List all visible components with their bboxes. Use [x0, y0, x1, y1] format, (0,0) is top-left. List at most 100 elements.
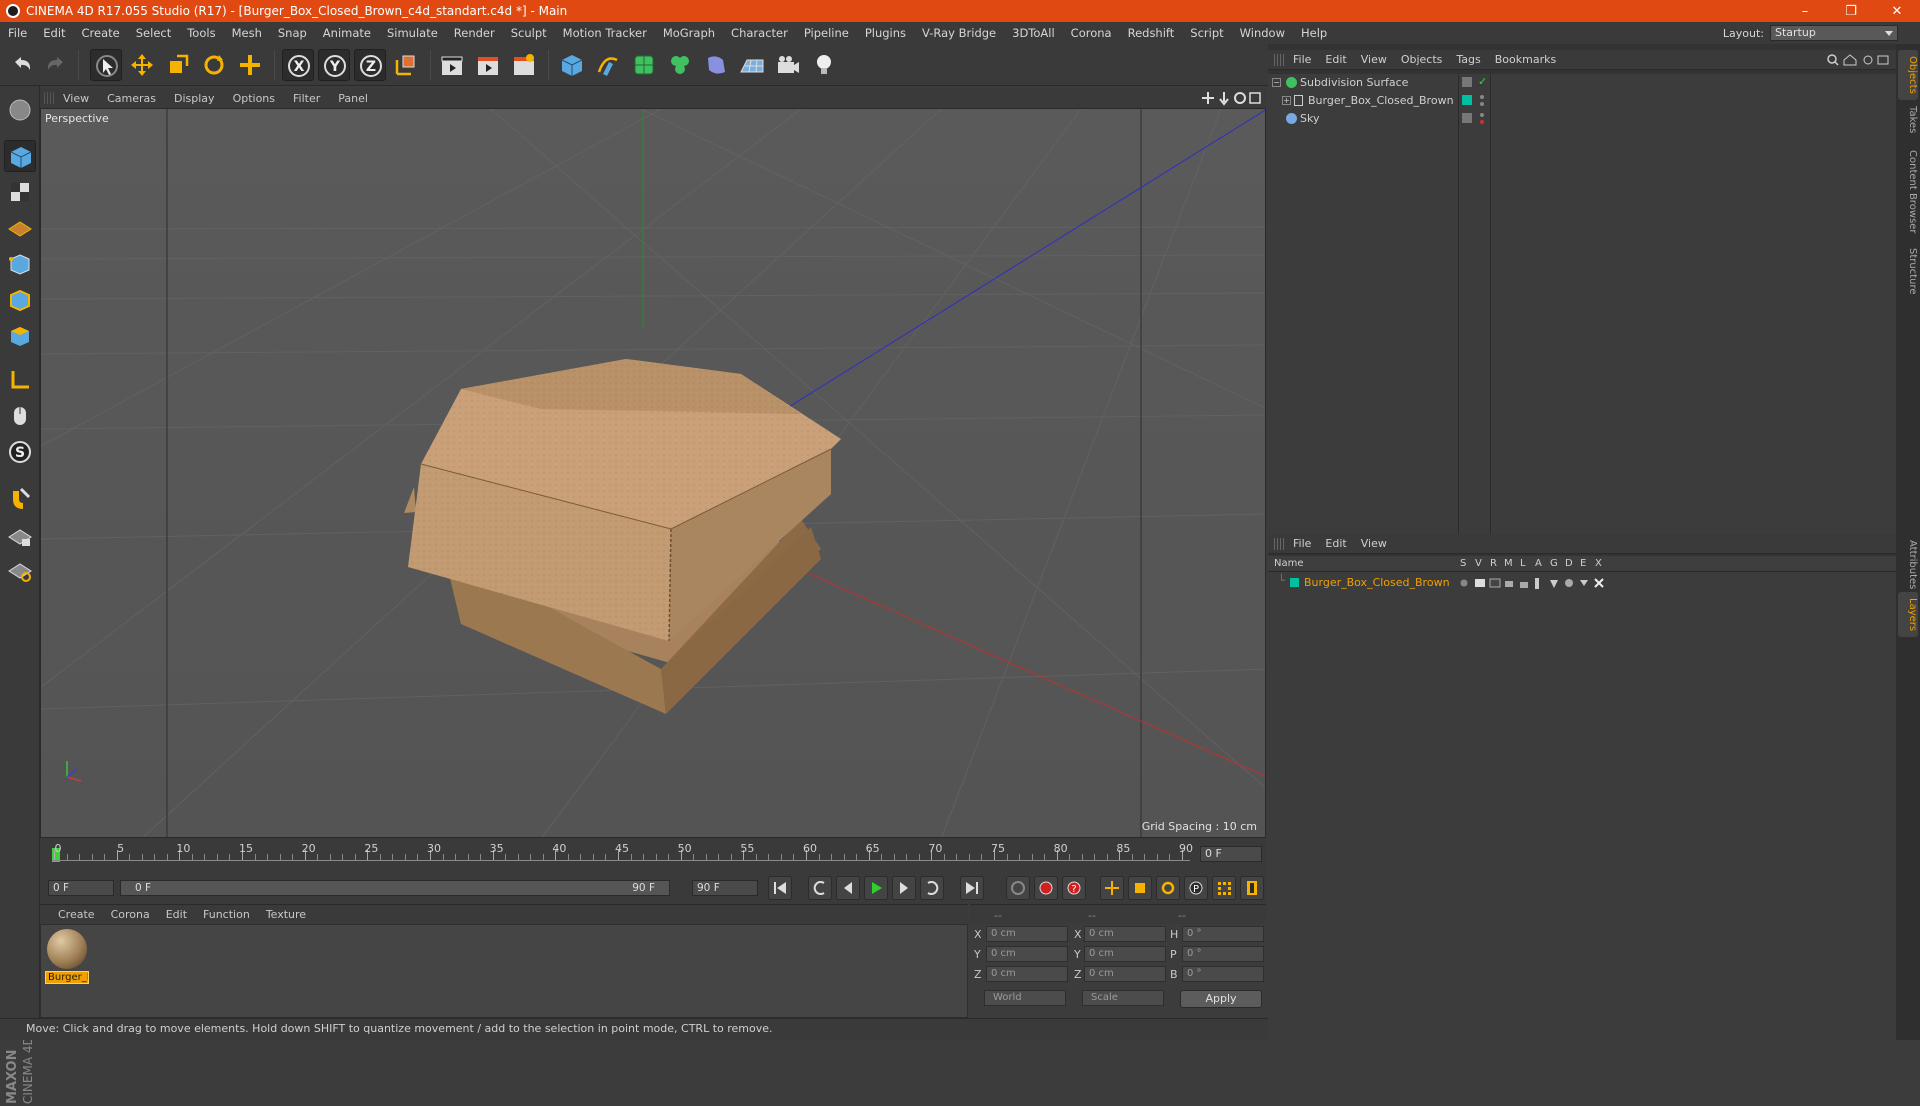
- lock-x-axis[interactable]: X: [282, 49, 314, 81]
- menu-snap[interactable]: Snap: [270, 26, 315, 40]
- collapse-icon[interactable]: −: [1272, 78, 1281, 87]
- tab-takes[interactable]: Takes: [1898, 100, 1918, 139]
- menu-edit[interactable]: Edit: [35, 26, 73, 40]
- menu-window[interactable]: Window: [1232, 26, 1293, 40]
- menu-tools[interactable]: Tools: [179, 26, 223, 40]
- enabled-check-icon[interactable]: ✓: [1478, 75, 1487, 88]
- frame-range-slider[interactable]: 0 F 90 F: [120, 880, 670, 896]
- object-menu-tags[interactable]: Tags: [1449, 53, 1487, 66]
- autokey-button[interactable]: ?: [1062, 876, 1086, 900]
- texture-mode-button[interactable]: [4, 176, 36, 208]
- key-scale-button[interactable]: [1128, 876, 1152, 900]
- add-cloner-button[interactable]: [664, 49, 696, 81]
- menu-help[interactable]: Help: [1293, 26, 1335, 40]
- scale-tool[interactable]: [162, 49, 194, 81]
- perspective-viewport[interactable]: Perspective Grid Spacing : 10 cm: [40, 108, 1266, 838]
- rotate-tool[interactable]: [198, 49, 230, 81]
- menu-redshift[interactable]: Redshift: [1120, 26, 1183, 40]
- material-menu-edit[interactable]: Edit: [158, 908, 195, 921]
- menu-plugins[interactable]: Plugins: [857, 26, 914, 40]
- snap-button[interactable]: [4, 482, 36, 514]
- current-frame-field[interactable]: 0 F: [1200, 846, 1262, 862]
- viewport-menu-options[interactable]: Options: [224, 92, 284, 105]
- coordinate-system-button[interactable]: [390, 49, 422, 81]
- pos-x-field[interactable]: 0 cm: [986, 926, 1068, 942]
- tab-structure[interactable]: Structure: [1898, 242, 1918, 301]
- object-list[interactable]: − Subdivision Surface ✓ + Burger_Box_Clo…: [1268, 74, 1896, 544]
- menu-script[interactable]: Script: [1182, 26, 1231, 40]
- object-menu-file[interactable]: File: [1286, 53, 1318, 66]
- apply-button[interactable]: Apply: [1180, 990, 1262, 1008]
- key-position-button[interactable]: [1100, 876, 1124, 900]
- timeline-ruler[interactable]: 0 5 10 15 20 25 30 35 40 45 50 55 60 65 70 75 80 85 90: [52, 842, 1193, 868]
- pos-z-field[interactable]: 0 cm: [986, 966, 1068, 982]
- menu-mesh[interactable]: Mesh: [224, 26, 270, 40]
- menu-3dtoall[interactable]: 3DToAll: [1004, 26, 1063, 40]
- workplane-mode-button[interactable]: [4, 210, 36, 242]
- layer-color-icon[interactable]: [1462, 95, 1472, 105]
- size-x-field[interactable]: 0 cm: [1084, 926, 1166, 942]
- expand-icon[interactable]: +: [1282, 96, 1291, 105]
- play-button[interactable]: [864, 876, 888, 900]
- visibility-toggle-icon[interactable]: [1462, 77, 1472, 87]
- material-menu-function[interactable]: Function: [195, 908, 258, 921]
- axis-mode-button[interactable]: [4, 364, 36, 396]
- menu-select[interactable]: Select: [128, 26, 179, 40]
- tab-objects[interactable]: Objects: [1898, 50, 1918, 100]
- menu-mograph[interactable]: MoGraph: [655, 26, 723, 40]
- add-cube-button[interactable]: [556, 49, 588, 81]
- goto-next-key-button[interactable]: [920, 876, 944, 900]
- viewport-menu-display[interactable]: Display: [165, 92, 224, 105]
- add-deformer-button[interactable]: [700, 49, 732, 81]
- object-row-subdivision-surface[interactable]: − Subdivision Surface ✓: [1268, 74, 1896, 92]
- pos-y-field[interactable]: 0 cm: [986, 946, 1068, 962]
- rot-h-field[interactable]: 0 °: [1182, 926, 1264, 942]
- close-button[interactable]: ✕: [1874, 0, 1920, 22]
- material-menu-corona[interactable]: Corona: [103, 908, 158, 921]
- viewport-menu-filter[interactable]: Filter: [284, 92, 329, 105]
- polygons-mode-button[interactable]: [4, 320, 36, 352]
- add-camera-button[interactable]: [772, 49, 804, 81]
- layer-menu-file[interactable]: File: [1286, 537, 1318, 550]
- render-visibility-dot[interactable]: [1480, 120, 1484, 124]
- object-menu-edit[interactable]: Edit: [1318, 53, 1353, 66]
- planar-workplane-button[interactable]: [4, 554, 36, 586]
- points-mode-button[interactable]: [4, 248, 36, 280]
- goto-end-button[interactable]: [960, 876, 984, 900]
- key-rotation-button[interactable]: [1156, 876, 1180, 900]
- tab-layers[interactable]: Layers: [1898, 592, 1918, 638]
- menu-animate[interactable]: Animate: [315, 26, 379, 40]
- layer-color-swatch[interactable]: [1290, 578, 1299, 587]
- render-view-button[interactable]: [436, 49, 468, 81]
- motion-path-button[interactable]: [1006, 876, 1030, 900]
- material-swatch[interactable]: Burger_I: [45, 929, 89, 987]
- menu-sculpt[interactable]: Sculpt: [503, 26, 555, 40]
- timeline[interactable]: 0 5 10 15 20 25 30 35 40 45 50 55 60 65 70 75 80 85 90 0 F: [40, 838, 1266, 872]
- make-editable-button[interactable]: [4, 94, 36, 126]
- menu-render[interactable]: Render: [446, 26, 503, 40]
- menu-create[interactable]: Create: [74, 26, 128, 40]
- menu-motion-tracker[interactable]: Motion Tracker: [555, 26, 655, 40]
- live-selection-tool[interactable]: [90, 49, 122, 81]
- timeline-button[interactable]: [1240, 876, 1264, 900]
- material-menu-texture[interactable]: Texture: [258, 908, 314, 921]
- add-subdivision-surface-button[interactable]: [628, 49, 660, 81]
- layer-flags-icons[interactable]: [1458, 576, 1608, 590]
- model-mode-button[interactable]: [4, 140, 36, 172]
- editor-visibility-dot[interactable]: [1480, 113, 1484, 117]
- size-mode-dropdown[interactable]: Scale: [1082, 990, 1164, 1006]
- key-pla-button[interactable]: [1212, 876, 1236, 900]
- undo-button[interactable]: [6, 49, 38, 81]
- previous-frame-button[interactable]: [836, 876, 860, 900]
- menu-corona[interactable]: Corona: [1063, 26, 1120, 40]
- size-z-field[interactable]: 0 cm: [1084, 966, 1166, 982]
- restore-button[interactable]: ❐: [1828, 0, 1874, 22]
- menu-pipeline[interactable]: Pipeline: [796, 26, 857, 40]
- lock-z-axis[interactable]: Z: [354, 49, 386, 81]
- lock-y-axis[interactable]: Y: [318, 49, 350, 81]
- end-frame-field[interactable]: 90 F: [692, 880, 758, 896]
- viewport-menu-view[interactable]: View: [54, 92, 98, 105]
- object-row-sky[interactable]: Sky: [1268, 110, 1896, 128]
- object-menu-view[interactable]: View: [1354, 53, 1394, 66]
- menu-vray-bridge[interactable]: V-Ray Bridge: [914, 26, 1004, 40]
